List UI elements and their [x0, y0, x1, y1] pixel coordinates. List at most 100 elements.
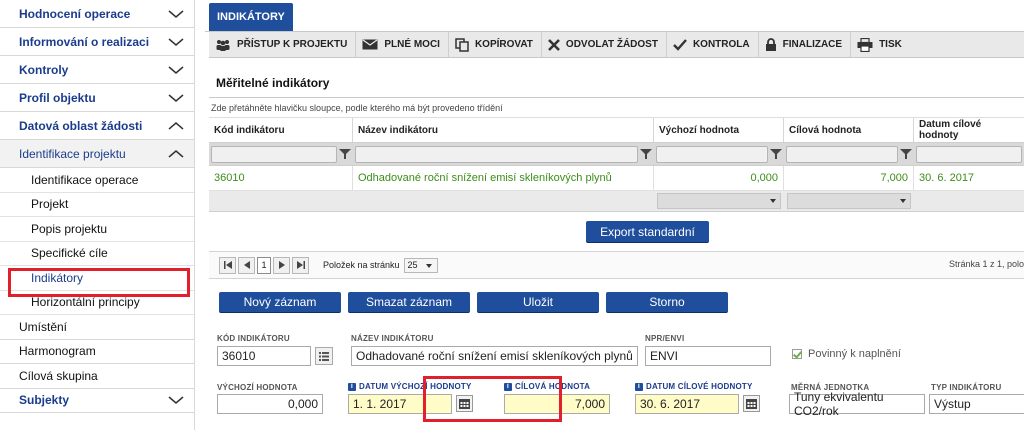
- sidebar-item-cilova-skupina[interactable]: Cílová skupina: [0, 364, 194, 389]
- access-project-button[interactable]: PŘÍSTUP K PROJEKTU: [209, 32, 357, 57]
- sidebar-subitem-label: Horizontální principy: [31, 295, 140, 310]
- people-icon: [216, 39, 230, 51]
- toolbar-button-label: PLNÉ MOCI: [384, 39, 440, 50]
- toolbar-button-label: KOPÍROVAT: [474, 39, 533, 50]
- sidebar-item-label: Datová oblast žádosti: [19, 118, 143, 133]
- field-label: KÓD INDIKÁTORU: [217, 334, 290, 343]
- sidebar-subitem-label: Specifické cíle: [31, 246, 108, 261]
- aggregate-dropdown[interactable]: [787, 193, 911, 209]
- finalize-button[interactable]: FINALIZACE: [759, 32, 852, 57]
- toolbar-button-label: ODVOLAT ŽÁDOST: [565, 39, 658, 50]
- sidebar-subitem-indikatory[interactable]: Indikátory: [0, 266, 194, 291]
- nazev-field[interactable]: Odhadované roční snížení emisí skleníkov…: [351, 346, 638, 366]
- toolbar-button-label: FINALIZACE: [782, 39, 843, 50]
- filter-input[interactable]: [355, 145, 638, 163]
- section-title: Měřitelné indikátory: [216, 76, 330, 90]
- current-page[interactable]: 1: [257, 256, 271, 274]
- column-header-vychozi[interactable]: Výchozí hodnota: [654, 118, 784, 142]
- toolbar-button-label: PŘÍSTUP K PROJEKTU: [237, 39, 348, 50]
- prev-page-button[interactable]: [238, 256, 255, 274]
- sidebar-subitem-popis-projektu[interactable]: Popis projektu: [0, 217, 194, 242]
- summary-vychozi: [654, 193, 784, 209]
- calendar-button[interactable]: [456, 395, 473, 412]
- sidebar-item-label: Subjekty: [19, 393, 70, 408]
- sidebar-item-subjekty[interactable]: Subjekty: [0, 389, 194, 413]
- sidebar-item-label: Profil objektu: [19, 90, 96, 105]
- typ-field[interactable]: Výstup: [929, 394, 1024, 414]
- column-header-nazev[interactable]: Název indikátoru: [353, 118, 654, 142]
- grid-filter-row: [209, 143, 1024, 166]
- datum-cilove-field[interactable]: 30. 6. 2017: [635, 394, 739, 414]
- envelope-icon: [362, 39, 378, 50]
- grid-summary-row: [209, 191, 1024, 212]
- calendar-icon: [746, 398, 757, 409]
- last-page-button[interactable]: [292, 256, 309, 274]
- filter-icon[interactable]: [770, 148, 782, 160]
- select-list-button[interactable]: [315, 347, 333, 365]
- chevron-down-icon: [168, 65, 184, 74]
- pager: 1 Položek na stránku 25 Stránka 1 z 1, p…: [209, 251, 1024, 279]
- export-standard-button[interactable]: Export standardní: [586, 221, 709, 242]
- delete-record-button[interactable]: Smazat záznam: [348, 292, 470, 312]
- kod-field[interactable]: 36010: [217, 346, 311, 366]
- sidebar-subitem-projekt[interactable]: Projekt: [0, 193, 194, 217]
- cell-nazev: Odhadované roční snížení emisí skleníkov…: [353, 166, 654, 190]
- sidebar-item-informovani[interactable]: Informování o realizaci: [0, 28, 194, 56]
- npr-field[interactable]: ENVI: [645, 346, 771, 366]
- first-page-button[interactable]: [219, 256, 236, 274]
- filter-vychozi: [654, 145, 784, 163]
- sidebar-subitem-horizontalni-principy[interactable]: Horizontální principy: [0, 291, 194, 315]
- sidebar-item-profil-objektu[interactable]: Profil objektu: [0, 84, 194, 112]
- filter-nazev: [353, 145, 654, 163]
- tab-indikatory[interactable]: INDIKÁTORY: [209, 3, 293, 31]
- calendar-button[interactable]: [743, 395, 760, 412]
- filter-input[interactable]: [211, 145, 337, 163]
- mandatory-checkbox[interactable]: Povinný k naplnění: [792, 348, 901, 360]
- sidebar-item-harmonogram[interactable]: Harmonogram: [0, 340, 194, 364]
- cancel-button[interactable]: Storno: [606, 292, 728, 312]
- chevron-down-icon: [168, 396, 184, 405]
- datum-vychozi-field[interactable]: 1. 1. 2017: [348, 394, 452, 414]
- check-button[interactable]: KONTROLA: [667, 32, 759, 57]
- main-panel: INDIKÁTORY PŘÍSTUP K PROJEKTU PLNÉ MOCI …: [205, 0, 1024, 430]
- filter-input[interactable]: [786, 145, 898, 163]
- filter-icon[interactable]: [339, 148, 351, 160]
- filter-input[interactable]: [656, 145, 768, 163]
- checkbox[interactable]: [792, 349, 802, 359]
- toolbar: PŘÍSTUP K PROJEKTU PLNÉ MOCI KOPÍROVAT O…: [209, 32, 1024, 58]
- copy-button[interactable]: KOPÍROVAT: [449, 32, 542, 57]
- next-page-icon: [278, 261, 285, 269]
- sidebar-subitem-identifikace-operace[interactable]: Identifikace operace: [0, 168, 194, 193]
- checkbox-label: Povinný k naplnění: [808, 348, 901, 360]
- sidebar-item-identifikace-projektu[interactable]: Identifikace projektu: [0, 140, 194, 168]
- prev-page-icon: [243, 261, 250, 269]
- sidebar-item-umisteni[interactable]: Umístění: [0, 315, 194, 340]
- summary-cilova: [784, 193, 914, 209]
- table-row[interactable]: 36010 Odhadované roční snížení emisí skl…: [209, 166, 1024, 191]
- sidebar-item-kontroly[interactable]: Kontroly: [0, 56, 194, 84]
- power-of-attorney-button[interactable]: PLNÉ MOCI: [356, 32, 449, 57]
- toolbar-button-label: TISK: [879, 39, 902, 50]
- sidebar-item-hodnoceni-operace[interactable]: Hodnocení operace: [0, 0, 194, 28]
- sidebar-item-label: Harmonogram: [19, 344, 96, 359]
- column-header-cilova[interactable]: Cílová hodnota: [784, 118, 914, 142]
- filter-icon[interactable]: [640, 148, 652, 160]
- per-page-select[interactable]: 25: [403, 257, 438, 273]
- jednotka-field[interactable]: Tuny ekvivalentu CO2/rok: [789, 390, 925, 418]
- label-text: DATUM VÝCHOZÍ HODNOTY: [359, 382, 472, 391]
- new-record-button[interactable]: Nový záznam: [219, 292, 341, 312]
- record-actions: Nový záznam Smazat záznam Uložit Storno: [219, 292, 728, 312]
- withdraw-application-button[interactable]: ODVOLAT ŽÁDOST: [542, 32, 667, 57]
- column-header-datum[interactable]: Datum cílové hodnoty: [914, 118, 1024, 142]
- sidebar-item-datova-oblast[interactable]: Datová oblast žádosti: [0, 112, 194, 140]
- filter-icon[interactable]: [900, 148, 912, 160]
- cilova-field[interactable]: 7,000: [504, 394, 610, 414]
- vychozi-field[interactable]: 0,000: [217, 394, 323, 414]
- save-button[interactable]: Uložit: [477, 292, 599, 312]
- sidebar-subitem-specificke-cile[interactable]: Specifické cíle: [0, 242, 194, 266]
- filter-input[interactable]: [916, 145, 1022, 163]
- next-page-button[interactable]: [273, 256, 290, 274]
- aggregate-dropdown[interactable]: [657, 193, 781, 209]
- column-header-kod[interactable]: Kód indikátoru: [209, 118, 353, 142]
- print-button[interactable]: TISK: [851, 32, 910, 57]
